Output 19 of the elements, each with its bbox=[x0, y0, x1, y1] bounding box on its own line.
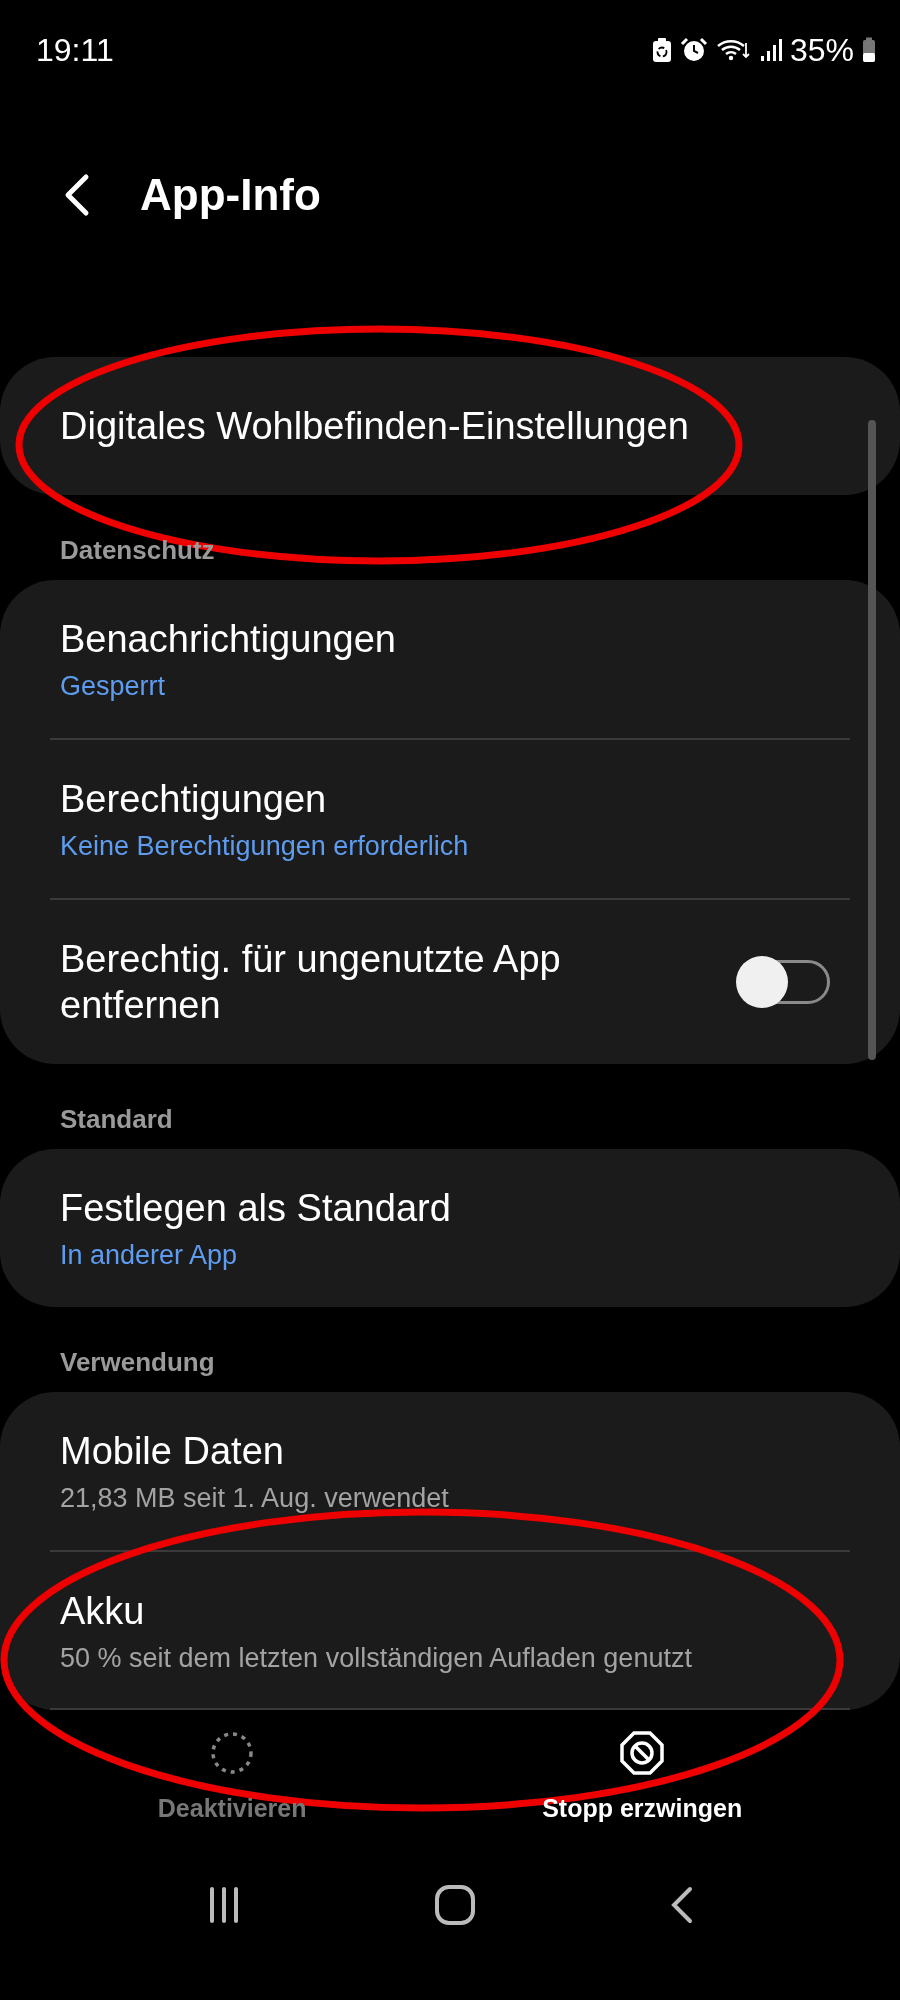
setting-value: In anderer App bbox=[60, 1239, 238, 1271]
section-heading: Verwendung bbox=[59, 1346, 215, 1379]
setting-title[interactable]: Akku bbox=[60, 1588, 145, 1634]
status-time: 19:11 bbox=[36, 31, 114, 69]
setting-title[interactable]: Digitales Wohlbefinden-Einstellungen bbox=[60, 403, 689, 449]
setting-value: 50 % seit dem letzten vollständigen Aufladen genutzt bbox=[60, 1642, 692, 1674]
section-heading: Datenschutz bbox=[59, 534, 215, 567]
setting-title[interactable]: Benachrichtigungen bbox=[60, 616, 396, 662]
setting-value: 21,83 MB seit 1. Aug. verwendet bbox=[60, 1482, 449, 1514]
section-heading: Standard bbox=[59, 1103, 173, 1136]
setting-title[interactable]: Mobile Daten bbox=[60, 1428, 284, 1474]
setting-value: Gesperrt bbox=[60, 670, 166, 702]
setting-title[interactable]: Festlegen als Standard bbox=[60, 1185, 451, 1231]
battery-percentage: 35% bbox=[789, 31, 854, 69]
action-button[interactable]: Stopp erzwingen bbox=[522, 1722, 763, 1831]
setting-title[interactable]: Berechtigungen bbox=[60, 776, 327, 822]
setting-title[interactable]: Berechtig. für ungenutzte App entfernen bbox=[60, 936, 620, 1028]
page-title: App-Info bbox=[140, 170, 321, 220]
setting-value: Keine Berechtigungen erforderlich bbox=[60, 830, 469, 862]
